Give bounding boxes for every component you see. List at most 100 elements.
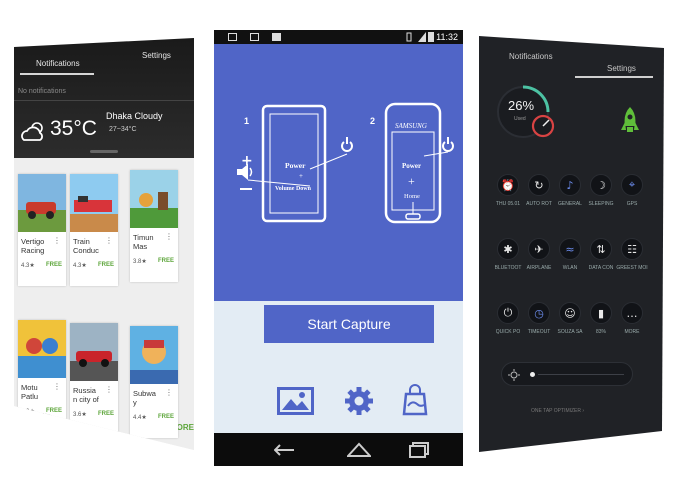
screenshot-notification-icon: [228, 33, 237, 41]
overflow-menu-icon[interactable]: ⋮: [53, 382, 61, 391]
app-price: FREE: [97, 262, 114, 268]
power-icon: ⏻: [497, 302, 519, 324]
toggle-label: TIMEOUT: [527, 329, 551, 335]
airplane-icon: ✈: [528, 238, 550, 260]
overflow-menu-icon[interactable]: ⋮: [165, 232, 173, 241]
game-card[interactable]: Russia n city of ⋮ 3.6★ FREE: [70, 323, 118, 435]
quick-toggle[interactable]: ♪ GENERAL: [553, 174, 587, 207]
toggle-label: AUTO ROT: [526, 201, 552, 207]
weather-temperature: 35°C: [50, 117, 97, 140]
app-thumbnail: [18, 174, 66, 232]
overflow-menu-icon[interactable]: ⋮: [53, 236, 61, 245]
game-price: FREE: [157, 414, 174, 420]
no-notifications-text: No notifications: [18, 88, 66, 95]
quick-toggle[interactable]: ☽ SLEEPING: [584, 174, 618, 207]
calculator-icon: ☷: [621, 238, 643, 260]
slider-thumb[interactable]: [530, 372, 535, 377]
wifi-icon: ≈: [559, 238, 581, 260]
toggle-label: 83%: [595, 329, 606, 335]
app-title: Train Conduc: [73, 237, 99, 255]
volume-icon: +: [237, 153, 253, 190]
pointer-line: [423, 151, 449, 157]
quick-toggle[interactable]: ⇅ DATA CON: [584, 238, 618, 271]
step-1-number: 1: [244, 116, 249, 126]
memory-percent: 26%: [508, 98, 535, 113]
quick-toggle[interactable]: ✱ BLUETOOT: [491, 238, 525, 271]
gps-icon: ⌖: [621, 174, 643, 196]
data-icon: ⇅: [590, 238, 612, 260]
instructions-illustration: 1 Power + Volume Down + 2 SAMSUNG Power …: [237, 102, 454, 224]
weather-location: Dhaka Cloudy: [106, 111, 163, 121]
quick-toggle[interactable]: … MORE: [615, 302, 649, 335]
tab-notifications[interactable]: Notifications: [36, 59, 80, 68]
home-label: Home: [404, 193, 420, 200]
quick-toggle[interactable]: ◷ TIMEOUT: [522, 302, 556, 335]
overflow-menu-icon[interactable]: ⋮: [105, 236, 113, 245]
recents-icon[interactable]: [409, 442, 429, 458]
sun-cloud-icon: [21, 122, 43, 141]
play-store-feed: Vertigo Racing ⋮ 4.3★ FREE Train Conduc ⋮ …: [14, 158, 194, 450]
toggle-label: SLEEPING: [588, 201, 614, 207]
rotate-icon: ↻: [528, 174, 550, 196]
game-card[interactable]: Motu Patlu ⋮ 4.0★ FREE: [18, 320, 66, 432]
gallery-icon[interactable]: [277, 387, 314, 415]
vibrate-icon: [406, 32, 412, 42]
home-button-icon: [405, 213, 421, 220]
tab-indicator: [20, 73, 94, 75]
signal-icon: [418, 32, 426, 42]
app-card[interactable]: Train Conduc ⋮ 4.3★ FREE: [70, 174, 118, 286]
promo-stage: Notifications Settings No notifications …: [0, 0, 674, 494]
tab-settings[interactable]: Settings: [142, 51, 171, 60]
app-card[interactable]: Timun Mas ⋮ 3.8★ FREE: [130, 170, 178, 282]
quick-toggle[interactable]: ✈ AIRPLANE: [522, 238, 556, 271]
game-price: FREE: [97, 411, 114, 417]
quick-toggle[interactable]: ⏻ QUICK PO: [491, 302, 525, 335]
battery-icon: ▮: [590, 302, 612, 324]
app-card[interactable]: Vertigo Racing ⋮ 4.3★ FREE: [18, 174, 66, 286]
brightness-icon: [508, 369, 520, 381]
game-title: Motu Patlu: [21, 383, 39, 401]
center-phone-screen: 11:32 1 Power + Volume Down + 2 SAMSUNG …: [214, 30, 463, 466]
power-icon: [341, 137, 353, 152]
app-rating: 4.3★: [21, 263, 35, 269]
game-price: FREE: [45, 408, 62, 414]
home-icon[interactable]: [347, 442, 371, 457]
rocket-icon[interactable]: [619, 106, 641, 136]
app-price: FREE: [157, 258, 174, 264]
game-card[interactable]: Subwa y ⋮ 4.4★ FREE: [130, 326, 178, 438]
tab-settings[interactable]: Settings: [607, 64, 636, 73]
back-icon[interactable]: [274, 443, 300, 457]
toggle-label: MORE: [624, 329, 640, 335]
start-capture-button[interactable]: Start Capture: [264, 305, 434, 343]
memory-gauge[interactable]: [493, 82, 561, 150]
app-thumbnail: [130, 170, 178, 228]
step-2-number: 2: [370, 116, 375, 126]
sound-icon: ♪: [559, 174, 581, 196]
footer-link[interactable]: ONE TAP OPTIMIZER ›: [531, 408, 584, 414]
quick-toggle[interactable]: ⌖ GPS: [615, 174, 649, 207]
toggle-label: DATA CON: [588, 265, 614, 271]
quick-toggle[interactable]: ↻ AUTO ROT: [522, 174, 556, 207]
quick-toggle[interactable]: ☺ SOUZA SA: [553, 302, 587, 335]
timeout-icon: ◷: [528, 302, 550, 324]
status-bar: 11:32: [214, 30, 463, 44]
bluetooth-icon: ✱: [497, 238, 519, 260]
tab-notifications[interactable]: Notifications: [509, 52, 553, 61]
status-time: 11:32: [436, 32, 458, 42]
toggle-label: WLAN: [562, 265, 578, 271]
plus-label: +: [408, 174, 415, 188]
quick-toggle[interactable]: ▮ 83%: [584, 302, 618, 335]
brightness-slider[interactable]: [501, 362, 633, 386]
avatar-icon: ☺: [559, 302, 581, 324]
toggle-label: GENERAL: [558, 201, 582, 207]
power-label: Power: [285, 161, 306, 170]
section-subtitle: Recommended for you: [20, 423, 96, 432]
quick-toggle[interactable]: ⏰ THU 05.01: [491, 174, 525, 207]
gear-icon[interactable]: [344, 386, 374, 416]
quick-toggle[interactable]: ≈ WLAN: [553, 238, 587, 271]
shade-handle[interactable]: [90, 150, 118, 153]
quick-toggle[interactable]: ☷ GREEST MOI: [615, 238, 649, 271]
overflow-menu-icon[interactable]: ⋮: [105, 385, 113, 394]
shopping-bag-icon[interactable]: [402, 384, 428, 416]
overflow-menu-icon[interactable]: ⋮: [165, 388, 173, 397]
